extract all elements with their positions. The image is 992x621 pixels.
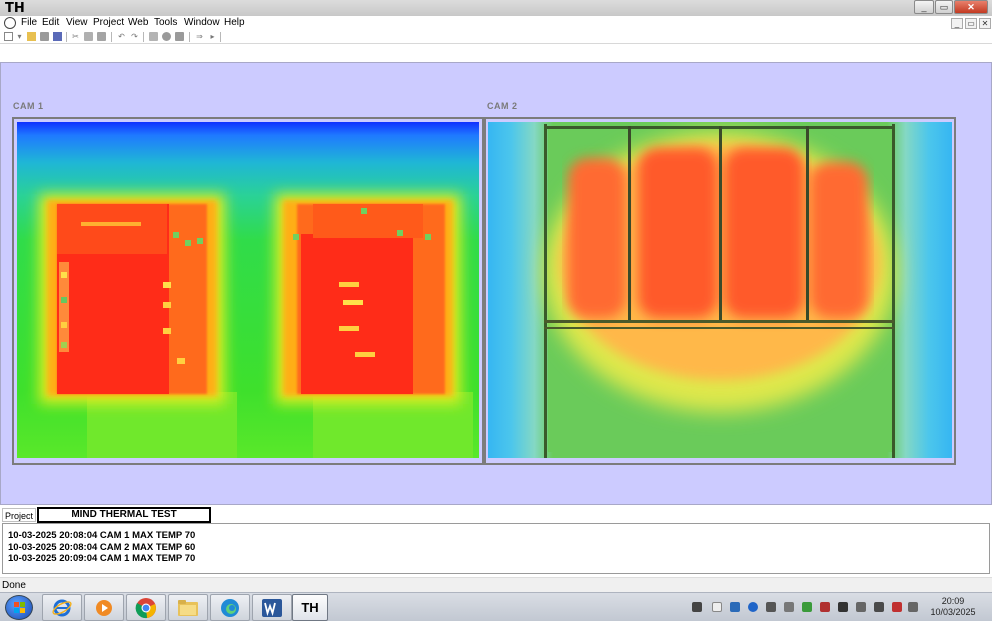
play-icon[interactable]: ▸ — [208, 32, 217, 41]
minimize-button[interactable]: _ — [914, 0, 934, 14]
status-text: Done — [2, 580, 26, 591]
cloud-icon[interactable] — [712, 602, 722, 612]
windows-logo-icon — [14, 602, 25, 613]
taskbar-explorer[interactable] — [168, 594, 208, 621]
toolbar-separator — [111, 32, 112, 42]
taskbar-clock[interactable]: 20:09 10/03/2025 — [918, 596, 988, 618]
toolbar-separator — [189, 32, 190, 42]
cam1-label: CAM 1 — [13, 101, 44, 111]
save-all-icon[interactable] — [53, 32, 62, 41]
title-bar: TH _ ▭ ✕ — [0, 0, 992, 16]
remote-icon[interactable] — [730, 602, 740, 612]
clock-date: 10/03/2025 — [930, 607, 976, 617]
cut-icon[interactable]: ✂ — [71, 32, 80, 41]
usb-icon[interactable] — [784, 602, 794, 612]
media-player-icon — [96, 599, 112, 616]
new-file-icon[interactable] — [4, 32, 13, 41]
cam2-label: CAM 2 — [487, 101, 518, 111]
volume-icon[interactable] — [874, 602, 884, 612]
taskbar-chrome[interactable] — [126, 594, 166, 621]
start-button[interactable] — [5, 595, 33, 620]
taskbar-ie[interactable] — [42, 594, 82, 621]
bluetooth-icon[interactable] — [748, 602, 758, 612]
menu-tools[interactable]: Tools — [154, 17, 177, 28]
clock-time: 20:09 — [941, 596, 965, 606]
forward-arrow-icon[interactable]: ⇒ — [195, 32, 204, 41]
undo-icon[interactable]: ↶ — [117, 32, 126, 41]
taskbar-word[interactable] — [252, 594, 292, 621]
app-icon[interactable] — [4, 17, 16, 29]
taskbar-th-label: TH — [301, 600, 319, 615]
restore-button[interactable]: ▭ — [935, 0, 953, 14]
paste-icon[interactable] — [97, 32, 106, 41]
projector-icon[interactable] — [838, 602, 848, 612]
log-line: 10-03-2025 20:08:04 CAM 2 MAX TEMP 60 — [8, 541, 196, 553]
taskbar-edge[interactable] — [210, 594, 250, 621]
print-preview-icon[interactable] — [149, 32, 158, 41]
project-name: MIND THERMAL TEST — [37, 507, 211, 523]
antivirus-icon[interactable] — [820, 602, 830, 612]
save-icon[interactable] — [40, 32, 49, 41]
open-folder-icon[interactable] — [27, 32, 36, 41]
log-panel[interactable]: 10-03-2025 20:08:04 CAM 1 MAX TEMP 70 10… — [2, 523, 990, 574]
menu-view[interactable]: View — [66, 17, 88, 28]
menu-bar: File Edit View Project Web Tools Window … — [0, 16, 992, 30]
edge-icon — [221, 598, 239, 617]
folder-icon — [178, 599, 198, 616]
chrome-icon — [135, 597, 156, 618]
taskbar-media-player[interactable] — [84, 594, 124, 621]
dropdown-arrow-icon[interactable]: ▾ — [15, 32, 24, 41]
printer-icon[interactable] — [856, 602, 866, 612]
network-error-icon[interactable] — [892, 602, 902, 612]
close-button[interactable]: ✕ — [954, 0, 988, 14]
menu-web[interactable]: Web — [128, 17, 148, 28]
log-line: 10-03-2025 20:08:04 CAM 1 MAX TEMP 70 — [8, 530, 196, 541]
mdi-minimize-button[interactable]: _ — [951, 18, 963, 29]
cam1-thermal-image — [17, 122, 479, 458]
cam2-frame[interactable] — [484, 117, 956, 465]
status-bar: Done — [0, 577, 992, 592]
toolbar: ▾ ✂ ↶ ↷ ⇒ ▸ — [0, 30, 992, 44]
log-line: 10-03-2025 20:09:04 CAM 1 MAX TEMP 70 — [8, 553, 196, 564]
print-icon[interactable] — [175, 32, 184, 41]
window-title: TH — [5, 1, 25, 16]
display-icon[interactable] — [766, 602, 776, 612]
menu-window[interactable]: Window — [184, 17, 220, 28]
toolbar-separator — [66, 32, 67, 42]
tab-project[interactable]: Project — [2, 508, 36, 522]
signal-icon[interactable] — [908, 602, 918, 612]
toolbar-separator — [143, 32, 144, 42]
internet-explorer-icon — [52, 599, 72, 616]
mdi-restore-button[interactable]: ▭ — [965, 18, 977, 29]
taskbar-th-app[interactable]: TH — [292, 594, 328, 621]
camera-view-area: CAM 1 CAM 2 — [0, 62, 992, 505]
copy-icon[interactable] — [84, 32, 93, 41]
redo-icon[interactable]: ↷ — [130, 32, 139, 41]
menu-help[interactable]: Help — [224, 17, 245, 28]
toolbar-separator — [220, 32, 221, 42]
camera-icon[interactable] — [162, 32, 171, 41]
word-icon — [262, 598, 282, 617]
mdi-close-button[interactable]: ✕ — [979, 18, 991, 29]
taskbar: TH 20:09 10/03/2025 — [0, 592, 992, 621]
menu-file[interactable]: File — [21, 17, 37, 28]
menu-project[interactable]: Project — [93, 17, 124, 28]
cam1-frame[interactable] — [12, 117, 484, 465]
keyboard-icon[interactable] — [692, 602, 702, 612]
menu-edit[interactable]: Edit — [42, 17, 59, 28]
security-icon[interactable] — [802, 602, 812, 612]
cam2-thermal-image — [488, 122, 952, 458]
